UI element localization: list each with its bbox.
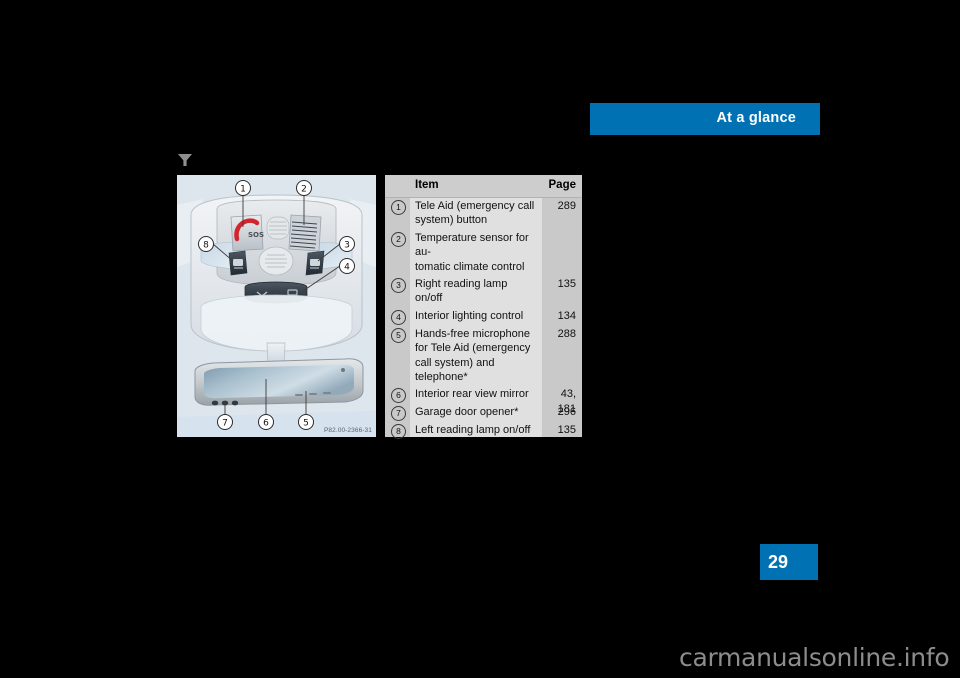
running-head-title: At a glance [716,110,796,126]
legend-row-marker: 4 [391,309,406,325]
legend-header-item: Item [415,179,439,191]
legend-row: 7 Garage door opener* 296 [385,404,582,422]
svg-text:5: 5 [303,419,309,429]
page-number-tab: 29 [760,544,818,580]
page-sheet: At a glance SOS 1 2 3 4 5 6 7 8 P82.00-2… [0,0,960,678]
legend-row-marker: 2 [391,231,406,247]
legend-row: 6 Interior rear view mirror 43, 181 [385,386,582,415]
legend-row: 5 Hands-free microphone for Tele Aid (eme… [385,326,582,387]
legend-header-page: Page [548,179,577,191]
svg-text:2: 2 [301,185,307,195]
legend-row: 4 Interior lighting control 134 [385,308,582,326]
legend-row-label: Garage door opener* [415,406,519,419]
svg-text:1: 1 [240,185,246,195]
figure-code: P82.00-2366-31 [323,427,372,434]
svg-text:SOS: SOS [248,231,264,239]
legend-row-marker: 8 [391,424,406,440]
legend-row-page: 135 [557,278,576,291]
legend-row-marker: 3 [391,278,406,294]
legend-row-label: Interior rear view mirror [415,388,529,401]
legend-row-page: 288 [557,327,576,340]
legend-row-label: Hands-free microphone for Tele Aid (emer… [415,327,531,384]
svg-text:6: 6 [263,419,269,429]
legend-row-label: Interior lighting control [415,309,524,322]
legend-row-marker: 5 [391,327,406,343]
running-head-bar: At a glance [590,103,820,135]
legend-row-label: Left reading lamp on/off [415,424,531,437]
site-watermark: carmanualsonline.info [679,643,950,672]
legend-row-page: 289 [557,200,576,212]
svg-text:3: 3 [344,241,350,251]
legend-row-label: Tele Aid (emergency call system) button [415,200,535,227]
svg-text:4: 4 [344,263,350,273]
legend-row: 8 Left reading lamp on/off 135 [385,422,582,440]
legend-row-marker: 6 [391,388,406,404]
legend-row-label: Right reading lamp on/off [415,278,508,305]
legend-row-page: 296 [557,406,576,419]
legend-row-marker: 7 [391,406,406,422]
funnel-triangle-icon [178,154,192,166]
legend-row-label: Temperature sensor for au-tomatic climat… [415,231,529,273]
legend-row: 1 Tele Aid (emergency call system) button… [385,198,582,230]
legend-table-header: Item Page [385,175,582,198]
legend-row-page: 135 [557,424,576,437]
legend-table: Item Page 1 Tele Aid (emergency call syst… [385,175,582,440]
overhead-control-panel-illustration: SOS 1 2 3 4 5 6 7 8 P82.00-2366-31 [177,175,376,437]
svg-text:7: 7 [222,419,228,429]
legend-row-marker: 1 [391,200,406,215]
svg-text:8: 8 [203,241,209,251]
page-number: 29 [768,552,789,572]
legend-row-page: 134 [557,309,576,322]
legend-row: 2 Temperature sensor for au-tomatic clima… [385,230,582,276]
legend-rows: 1 Tele Aid (emergency call system) button… [385,198,582,440]
legend-row: 3 Right reading lamp on/off 135 [385,276,582,308]
